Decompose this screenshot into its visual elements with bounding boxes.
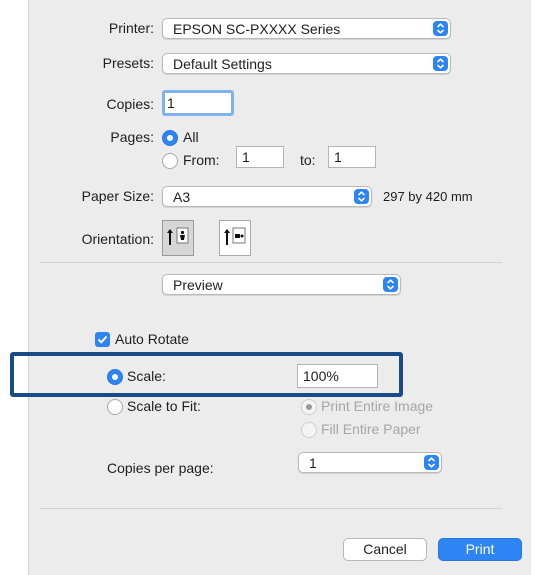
printer-value: EPSON SC-PXXXX Series <box>173 21 341 37</box>
section-select[interactable]: Preview <box>162 274 401 295</box>
printer-select[interactable]: EPSON SC-PXXXX Series <box>162 18 451 39</box>
separator <box>40 262 502 263</box>
orientation-label: Orientation: <box>81 231 154 247</box>
pages-all-label: All <box>183 129 199 145</box>
section-value: Preview <box>173 277 223 293</box>
printer-label: Printer: <box>108 20 154 36</box>
presets-select[interactable]: Default Settings <box>162 53 451 74</box>
copies-field[interactable]: 1 <box>162 90 234 116</box>
portrait-icon <box>167 227 189 245</box>
pages-label: Pages: <box>110 129 154 145</box>
scale-to-fit-label: Scale to Fit: <box>127 398 201 414</box>
paper-size-label: Paper Size: <box>81 188 154 204</box>
paper-size-select[interactable]: A3 <box>162 186 372 207</box>
auto-rotate-checkbox[interactable] <box>95 332 110 347</box>
chevron-updown-icon <box>424 455 439 470</box>
pages-to-label: to: <box>300 152 316 168</box>
landscape-icon <box>224 227 246 245</box>
scale-value: 100% <box>303 368 339 384</box>
scale-to-fit-radio[interactable] <box>107 399 123 415</box>
fill-entire-paper-label: Fill Entire Paper <box>321 421 421 437</box>
pages-from-field[interactable]: 1 <box>236 146 284 168</box>
separator <box>40 508 502 509</box>
cancel-button[interactable]: Cancel <box>343 538 427 561</box>
scale-radio[interactable] <box>107 369 123 385</box>
pages-all-radio[interactable] <box>162 130 178 146</box>
paper-dimensions: 297 by 420 mm <box>383 189 473 204</box>
print-button[interactable]: Print <box>438 538 522 561</box>
landscape-orientation-button[interactable] <box>219 220 251 256</box>
paper-size-value: A3 <box>173 189 191 205</box>
pages-from-radio[interactable] <box>162 153 178 169</box>
fill-entire-paper-radio[interactable] <box>301 422 317 438</box>
chevron-updown-icon <box>433 56 448 71</box>
presets-label: Presets: <box>102 55 154 71</box>
auto-rotate-label: Auto Rotate <box>115 331 189 347</box>
pages-from-value: 1 <box>242 149 250 165</box>
portrait-orientation-button[interactable] <box>162 220 194 256</box>
copies-per-page-select[interactable]: 1 <box>298 452 442 473</box>
checkmark-icon <box>97 335 108 344</box>
pages-to-field[interactable]: 1 <box>328 146 376 168</box>
print-entire-image-radio[interactable] <box>301 399 317 415</box>
presets-value: Default Settings <box>173 56 272 72</box>
chevron-updown-icon <box>433 21 448 36</box>
pages-from-label: From: <box>183 152 220 168</box>
print-entire-image-label: Print Entire Image <box>321 398 434 414</box>
pages-to-value: 1 <box>334 149 342 165</box>
copies-per-page-label: Copies per page: <box>107 460 214 476</box>
copies-label: Copies: <box>106 96 154 112</box>
chevron-updown-icon <box>383 277 398 292</box>
scale-label: Scale: <box>127 368 166 384</box>
scale-field[interactable]: 100% <box>297 364 378 388</box>
copies-value: 1 <box>167 95 175 111</box>
chevron-updown-icon <box>354 189 369 204</box>
copies-per-page-value: 1 <box>309 455 317 471</box>
